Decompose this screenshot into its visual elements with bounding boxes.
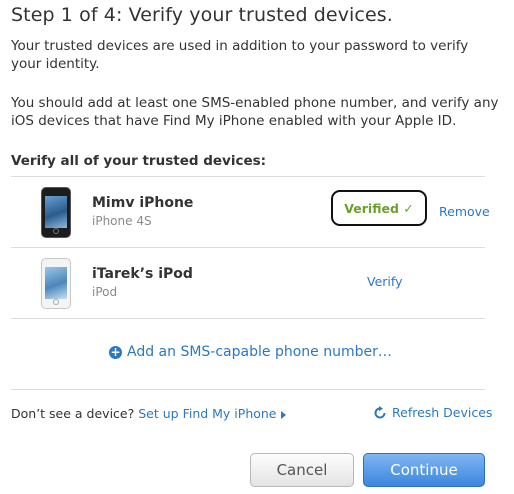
verify-device-link[interactable]: Verify [367,274,402,289]
intro-paragraph-sms: You should add at least one SMS-enabled … [11,95,499,129]
missing-device-footer: Don’t see a device? Set up Find My iPhon… [11,406,286,421]
divider [11,318,485,319]
add-phone-number-link[interactable]: + Add an SMS-capable phone number… [109,344,392,360]
divider [11,247,485,248]
refresh-devices-label: Refresh Devices [392,405,493,420]
ipod-icon [41,258,71,309]
add-phone-number-label: Add an SMS-capable phone number… [127,344,392,360]
device-model: iPod [92,285,118,299]
divider [11,176,485,177]
chevron-right-icon [280,410,286,419]
refresh-icon [374,405,386,418]
device-name: iTarek’s iPod [92,266,193,282]
setup-find-my-iphone-link[interactable]: Set up Find My iPhone [138,406,286,421]
missing-device-prompt: Don’t see a device? [11,406,135,421]
verified-status-badge: Verified ✓ [331,190,427,226]
iphone-icon [41,187,71,238]
device-name: Mimv iPhone [92,195,194,211]
remove-device-link[interactable]: Remove [439,204,490,219]
device-model: iPhone 4S [92,214,152,228]
continue-button[interactable]: Continue [363,453,485,487]
cancel-button[interactable]: Cancel [250,453,354,487]
divider [11,389,485,390]
plus-circle-icon: + [109,344,122,359]
page-title: Step 1 of 4: Verify your trusted devices… [11,4,393,26]
refresh-devices-link[interactable]: Refresh Devices [373,405,492,420]
devices-heading: Verify all of your trusted devices: [11,153,267,169]
intro-paragraph: Your trusted devices are used in additio… [11,38,469,72]
